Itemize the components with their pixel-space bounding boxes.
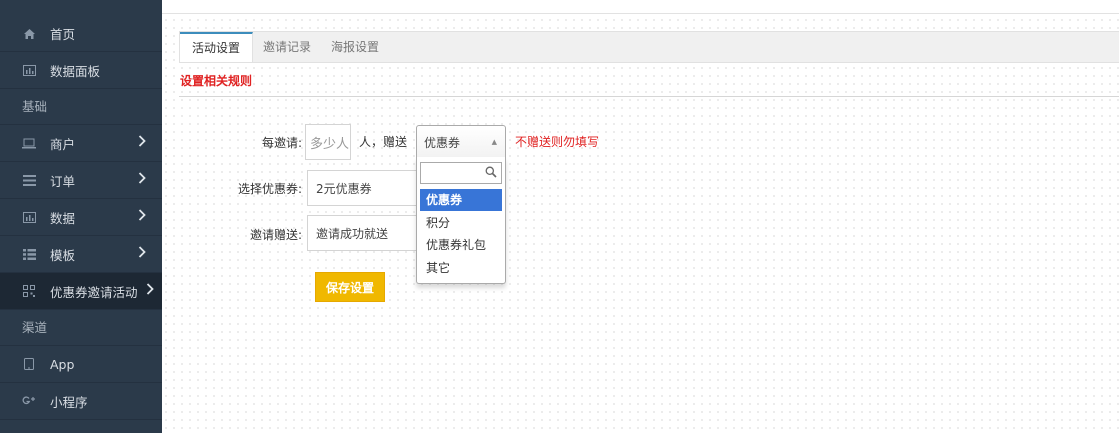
invite-gift-select[interactable]: 邀请成功就送	[307, 215, 417, 251]
dropdown-search-input[interactable]	[420, 162, 502, 184]
sidebar-item-data[interactable]: 数据	[0, 199, 162, 236]
sidebar-section-channels: 渠道	[0, 310, 162, 346]
chevron-right-icon	[146, 283, 154, 299]
gift-type-value: 优惠券	[424, 135, 461, 150]
chevron-right-icon	[138, 246, 146, 262]
sidebar-item-merchant[interactable]: 商户	[0, 125, 162, 162]
home-icon	[22, 28, 36, 40]
sidebar-item-home[interactable]: 首页	[0, 0, 162, 52]
tab-invite-records[interactable]: 邀请记录	[253, 32, 321, 62]
dropdown-option-coupon-pack[interactable]: 优惠券礼包	[420, 234, 502, 256]
per-invite-suffix: 人，赠送	[359, 135, 408, 149]
laptop-icon	[22, 137, 36, 149]
per-invite-label: 每邀请:	[261, 136, 302, 150]
bar-chart-icon	[22, 64, 36, 76]
sidebar-item-label: App	[50, 356, 75, 372]
gift-type-select[interactable]: 优惠券 ▲	[416, 125, 506, 159]
invite-count-input[interactable]: 多少人	[305, 124, 351, 160]
save-button[interactable]: 保存设置	[315, 272, 385, 302]
sidebar-item-label: 优惠券邀请活动	[50, 284, 138, 300]
divider	[179, 96, 1119, 97]
coupon-select[interactable]: 2元优惠券	[307, 170, 417, 206]
list-icon	[22, 174, 36, 186]
sidebar-item-label: 订单	[50, 173, 76, 189]
dropdown-option-other[interactable]: 其它	[420, 257, 502, 279]
gift-hint: 不赠送则勿填写	[515, 135, 600, 149]
chevron-right-icon	[138, 172, 146, 188]
dropdown-option-coupon[interactable]: 优惠券	[420, 189, 502, 211]
sidebar-item-label: 小程序	[50, 394, 88, 410]
chevron-right-icon	[138, 209, 146, 225]
sidebar-item-orders[interactable]: 订单	[0, 162, 162, 199]
sidebar-section-basic: 基础	[0, 89, 162, 125]
tab-activity-settings[interactable]: 活动设置	[180, 32, 254, 62]
qrcode-icon	[22, 285, 36, 297]
sidebar-item-app[interactable]: App	[0, 346, 162, 383]
top-bar	[162, 0, 1119, 14]
sidebar-item-templates[interactable]: 模板	[0, 236, 162, 273]
sidebar-item-label: 数据面板	[50, 63, 101, 79]
sidebar-item-coupon-invite[interactable]: 优惠券邀请活动	[0, 273, 162, 310]
google-plus-icon	[22, 395, 36, 407]
sidebar-item-label: 数据	[50, 210, 76, 226]
sidebar-item-miniprogram[interactable]: 小程序	[0, 383, 162, 420]
gift-type-dropdown: 优惠券 积分 优惠券礼包 其它	[416, 157, 506, 284]
invite-gift-label: 邀请赠送:	[249, 228, 302, 242]
tab-bar: 活动设置 邀请记录 海报设置	[179, 31, 1119, 63]
search-icon	[485, 166, 497, 178]
tablet-icon	[22, 358, 36, 370]
sidebar-item-label: 商户	[50, 136, 76, 152]
sidebar-item-dashboard[interactable]: 数据面板	[0, 52, 162, 89]
chevron-right-icon	[138, 135, 146, 151]
bar-chart-icon	[22, 211, 36, 223]
caret-up-icon: ▲	[491, 138, 497, 146]
sidebar-item-label: 首页	[50, 27, 76, 42]
grid-list-icon	[22, 248, 36, 260]
dropdown-option-points[interactable]: 积分	[420, 212, 502, 234]
sidebar: 首页 数据面板 基础 商户 订单 数据 模板 优惠券邀请活动 渠道 App 小程…	[0, 0, 162, 433]
coupon-label: 选择优惠券:	[237, 182, 302, 196]
tab-poster-settings[interactable]: 海报设置	[321, 32, 389, 62]
sidebar-item-label: 模板	[50, 247, 76, 263]
main-content: 活动设置 邀请记录 海报设置 设置相关规则 每邀请: 多少人 人，赠送 优惠券 …	[162, 0, 1119, 433]
rule-title: 设置相关规则	[180, 74, 253, 88]
